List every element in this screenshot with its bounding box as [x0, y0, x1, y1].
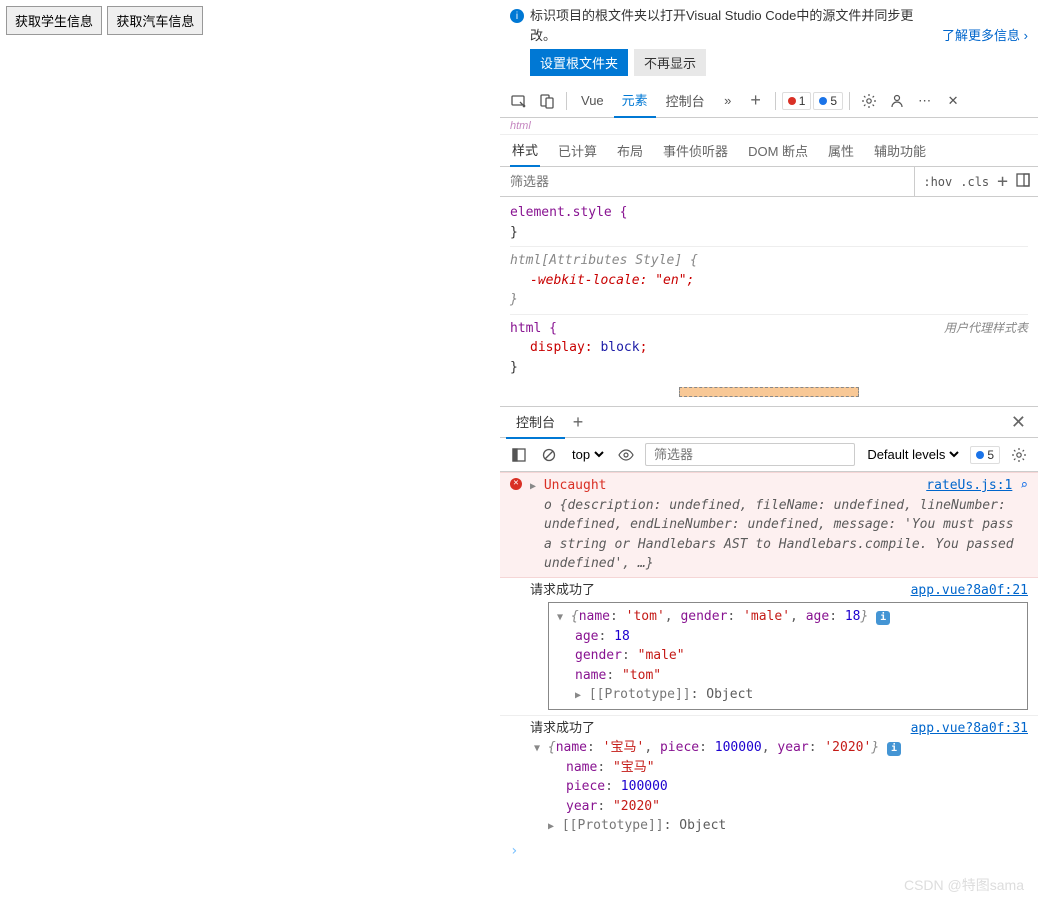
- subtab-computed[interactable]: 已计算: [556, 135, 599, 166]
- console-issues-badge[interactable]: 5: [970, 446, 1000, 464]
- add-tab-icon[interactable]: +: [743, 88, 769, 114]
- devtools-toolbar: Vue 元素 控制台 » + 1 5 ⋯ ✕: [500, 84, 1038, 118]
- console-filter-input[interactable]: [645, 443, 855, 466]
- collapse-icon[interactable]: ▼: [557, 610, 563, 625]
- console-sidebar-toggle-icon[interactable]: [508, 444, 530, 466]
- info-badge[interactable]: 5: [813, 92, 843, 110]
- clear-console-icon[interactable]: [538, 444, 560, 466]
- styles-pane: element.style { } html[Attributes Style]…: [500, 197, 1038, 403]
- ua-stylesheet-label: 用户代理样式表: [944, 319, 1028, 337]
- subtab-layout[interactable]: 布局: [615, 135, 645, 166]
- subtab-listeners[interactable]: 事件侦听器: [661, 135, 730, 166]
- learn-more-link[interactable]: 了解更多信息: [942, 26, 1028, 46]
- subtab-dom-breakpoints[interactable]: DOM 断点: [746, 135, 810, 166]
- cls-toggle[interactable]: .cls: [960, 175, 989, 189]
- info-icon[interactable]: i: [887, 742, 901, 756]
- set-root-folder-button[interactable]: 设置根文件夹: [530, 49, 628, 76]
- console-log-row[interactable]: 请求成功了 app.vue?8a0f:21 ▼ {name: 'tom', ge…: [500, 578, 1038, 715]
- console-toolbar: top Default levels 5: [500, 438, 1038, 472]
- dismiss-button[interactable]: 不再显示: [634, 49, 706, 76]
- expand-icon[interactable]: ▶: [548, 819, 554, 834]
- selected-element-tag: html: [500, 118, 1038, 135]
- subtab-properties[interactable]: 属性: [826, 135, 856, 166]
- source-link[interactable]: app.vue?8a0f:31: [911, 719, 1028, 739]
- console-error-row[interactable]: ✕ ▶ Uncaught rateUs.js:1 ⌕ o {descriptio…: [500, 472, 1038, 578]
- drawer-add-tab-icon[interactable]: +: [565, 409, 591, 435]
- device-toggle-icon[interactable]: [534, 88, 560, 114]
- live-expression-icon[interactable]: [615, 444, 637, 466]
- close-devtools-icon[interactable]: ✕: [940, 88, 966, 114]
- devtools-panel: i 标识项目的根文件夹以打开Visual Studio Code中的源文件并同步…: [500, 0, 1038, 901]
- tab-vue[interactable]: Vue: [573, 84, 612, 118]
- source-link[interactable]: app.vue?8a0f:21: [911, 581, 1028, 601]
- context-selector[interactable]: top: [568, 446, 607, 463]
- console-log-row[interactable]: 请求成功了 app.vue?8a0f:31 ▼ {name: '宝马', pie…: [500, 715, 1038, 839]
- subtab-accessibility[interactable]: 辅助功能: [872, 135, 928, 166]
- console-prompt[interactable]: ›: [500, 839, 1038, 863]
- source-link[interactable]: rateUs.js:1: [926, 478, 1012, 493]
- tab-console[interactable]: 控制台: [658, 84, 713, 118]
- error-badge[interactable]: 1: [782, 92, 812, 110]
- expand-icon[interactable]: ▶: [530, 479, 536, 494]
- new-style-rule-icon[interactable]: +: [997, 171, 1008, 192]
- hov-toggle[interactable]: :hov: [923, 175, 952, 189]
- drawer-tabs: 控制台 + ✕: [500, 406, 1038, 438]
- infobar-text: 标识项目的根文件夹以打开Visual Studio Code中的源文件并同步更改…: [530, 6, 936, 45]
- log-levels-selector[interactable]: Default levels: [863, 446, 962, 463]
- styles-filter-bar: :hov .cls +: [500, 167, 1038, 197]
- info-icon[interactable]: i: [876, 611, 890, 625]
- styles-subtabs: 样式 已计算 布局 事件侦听器 DOM 断点 属性 辅助功能: [500, 135, 1038, 167]
- inspect-icon[interactable]: [506, 88, 532, 114]
- drawer-close-icon[interactable]: ✕: [1005, 412, 1032, 433]
- subtab-styles[interactable]: 样式: [510, 134, 540, 167]
- get-car-button[interactable]: 获取汽车信息: [107, 6, 203, 35]
- root-folder-infobar: i 标识项目的根文件夹以打开Visual Studio Code中的源文件并同步…: [500, 0, 1038, 45]
- page-content: 获取学生信息 获取汽车信息: [0, 0, 500, 901]
- info-icon: i: [510, 9, 524, 23]
- error-icon: ✕: [510, 478, 522, 490]
- console-messages: ✕ ▶ Uncaught rateUs.js:1 ⌕ o {descriptio…: [500, 472, 1038, 901]
- expanded-object: ▼ {name: 'tom', gender: 'male', age: 18}…: [548, 602, 1028, 710]
- collapse-icon[interactable]: ▼: [534, 741, 540, 756]
- feedback-icon[interactable]: [884, 88, 910, 114]
- drawer-tab-console[interactable]: 控制台: [506, 406, 565, 439]
- search-icon[interactable]: ⌕: [1020, 478, 1028, 493]
- expand-icon[interactable]: ▶: [575, 688, 581, 703]
- get-student-button[interactable]: 获取学生信息: [6, 6, 102, 35]
- styles-filter-input[interactable]: [500, 170, 914, 193]
- computed-sidebar-icon[interactable]: [1016, 173, 1030, 190]
- more-tabs-icon[interactable]: »: [715, 88, 741, 114]
- box-model-margin: [679, 387, 859, 397]
- console-settings-icon[interactable]: [1008, 444, 1030, 466]
- tab-elements[interactable]: 元素: [614, 84, 656, 118]
- more-options-icon[interactable]: ⋯: [912, 88, 938, 114]
- settings-icon[interactable]: [856, 88, 882, 114]
